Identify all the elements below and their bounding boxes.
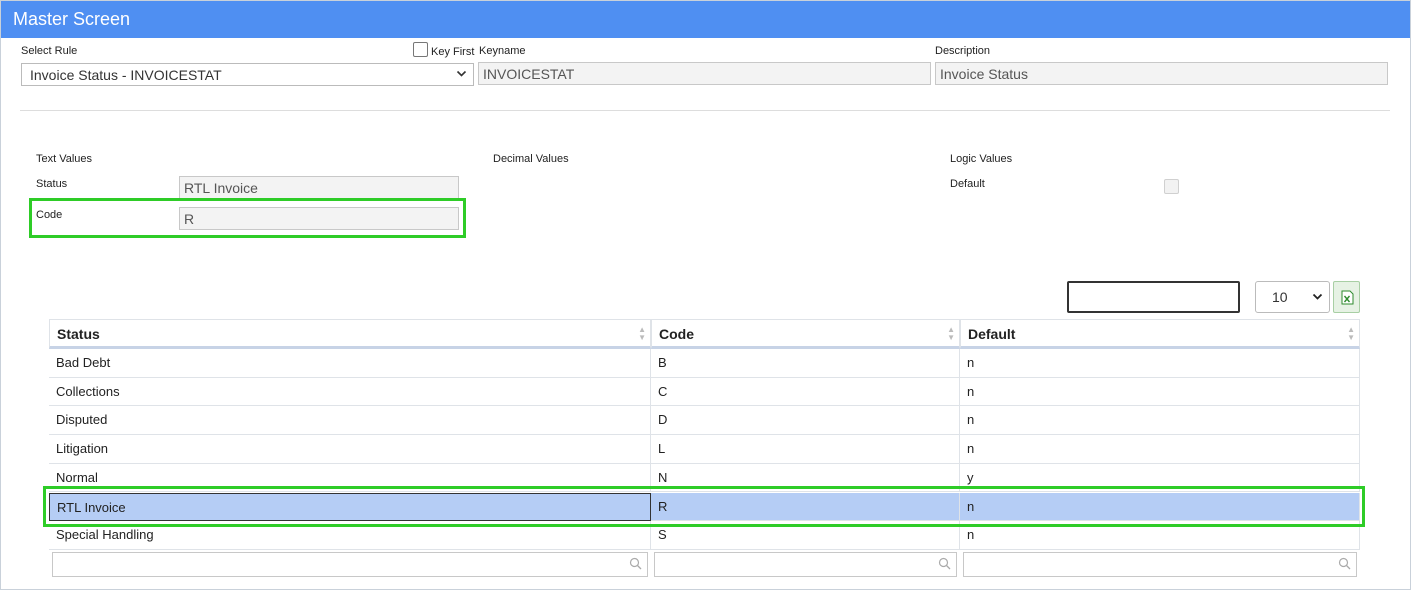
table-cell[interactable]: L [651, 435, 960, 464]
table-cell[interactable]: B [651, 349, 960, 378]
logic-values-heading: Logic Values [950, 153, 1013, 165]
select-rule-value: Invoice Status - INVOICESTAT [30, 67, 222, 83]
sort-icon: ▲ ▼ [947, 325, 955, 342]
table-cell[interactable]: n [960, 435, 1360, 464]
table-cell[interactable]: Litigation [49, 435, 651, 464]
table-cell[interactable]: Disputed [49, 406, 651, 436]
table-cell[interactable]: n [960, 349, 1360, 378]
sort-icon: ▲ ▼ [1347, 325, 1355, 342]
column-header-status[interactable]: Status ▲ ▼ [49, 319, 651, 349]
search-icon [938, 557, 951, 570]
table-cell[interactable]: Collections [49, 377, 651, 407]
keyname-field[interactable]: INVOICESTAT [478, 62, 931, 85]
chevron-down-icon [456, 68, 467, 82]
text-values-heading: Text Values [36, 153, 93, 165]
select-rule-label: Select Rule [21, 45, 78, 57]
description-field[interactable]: Invoice Status [935, 62, 1388, 85]
title-bar: Master Screen [1, 1, 1410, 38]
keyname-label: Keyname [479, 45, 526, 57]
chevron-down-icon [1312, 291, 1323, 305]
table-cell[interactable]: n [960, 406, 1360, 436]
page-title: Master Screen [13, 9, 131, 29]
column-header-default[interactable]: Default ▲ ▼ [960, 319, 1360, 349]
grid-search-input[interactable] [1067, 281, 1240, 313]
page-size-value: 10 [1272, 289, 1288, 305]
key-first-checkbox[interactable] [413, 42, 428, 57]
status-label: Status [36, 178, 68, 190]
default-checkbox[interactable] [1164, 179, 1179, 194]
divider [20, 110, 1390, 111]
table-cell[interactable]: D [651, 406, 960, 436]
code-filter-input[interactable] [654, 552, 957, 577]
selected-row-highlight-box [43, 486, 1365, 527]
export-excel-button[interactable] [1333, 281, 1360, 313]
table-cell[interactable]: n [960, 377, 1360, 407]
key-first-label: Key First [431, 46, 475, 58]
default-filter-input[interactable] [963, 552, 1357, 577]
sort-icon: ▲ ▼ [638, 325, 646, 342]
table-cell[interactable]: C [651, 377, 960, 407]
status-filter-input[interactable] [52, 552, 648, 577]
excel-icon [1341, 290, 1354, 305]
status-field[interactable]: RTL Invoice [179, 176, 459, 199]
page-size-select[interactable]: 10 [1255, 281, 1330, 313]
description-label: Description [935, 45, 991, 57]
default-label: Default [950, 178, 985, 190]
search-icon [1338, 557, 1351, 570]
column-header-code[interactable]: Code ▲ ▼ [651, 319, 960, 349]
code-highlight-box [29, 198, 466, 238]
column-header-label: Status [57, 326, 100, 342]
column-header-label: Default [968, 326, 1016, 342]
search-icon [629, 557, 642, 570]
decimal-values-heading: Decimal Values [493, 153, 569, 165]
select-rule-dropdown[interactable]: Invoice Status - INVOICESTAT [21, 63, 474, 86]
table-cell[interactable]: Bad Debt [49, 349, 651, 378]
column-header-label: Code [659, 326, 694, 342]
